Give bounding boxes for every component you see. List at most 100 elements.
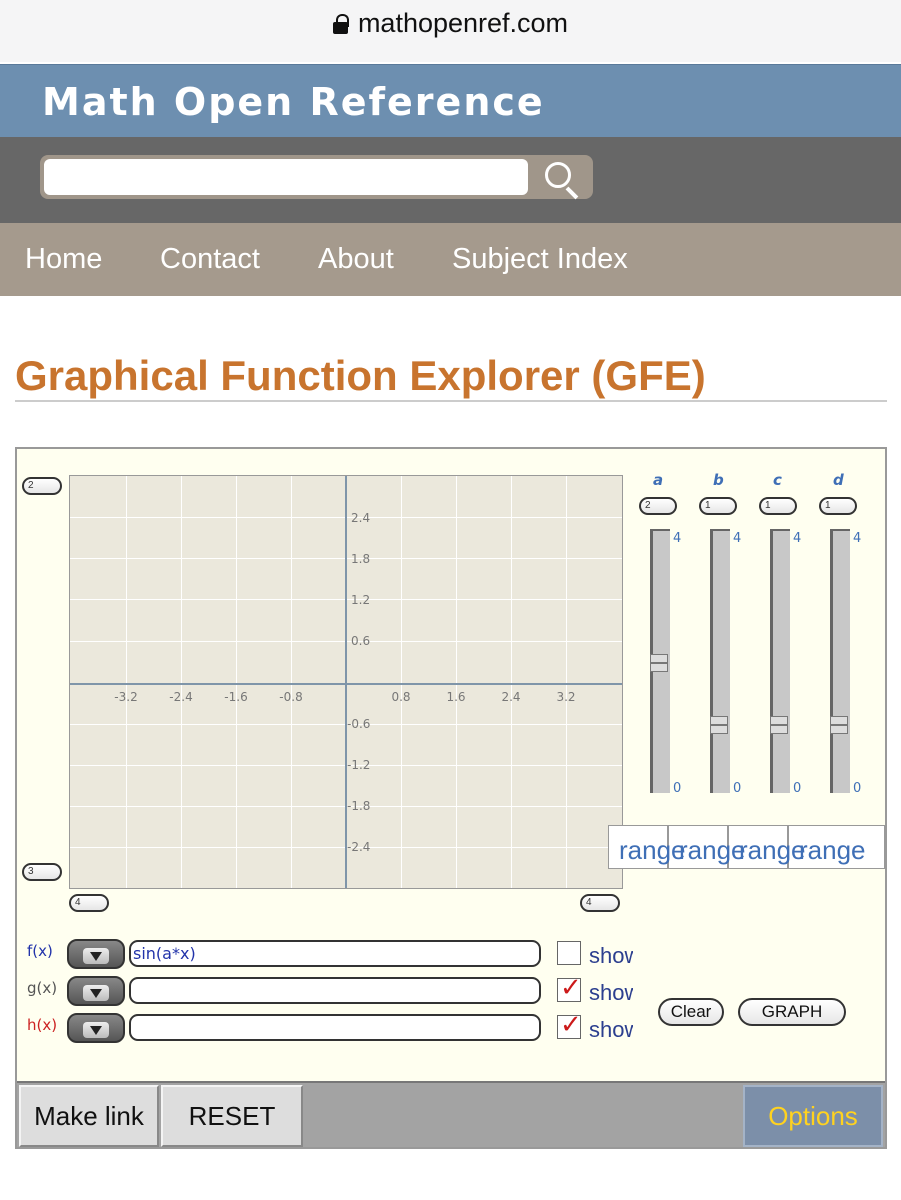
y-tick-label: 2.4 (351, 511, 371, 525)
grid-line (566, 476, 567, 888)
fx-dropdown[interactable] (67, 939, 125, 969)
gfe-applet: 2 3 4 4 -3.2 -2.4 -1.6 -0.8 0.8 1.6 2.4 … (15, 447, 887, 1149)
y-tick-label: -0.6 (347, 717, 371, 731)
lock-icon (332, 14, 349, 34)
y-tick-label: -1.2 (347, 758, 371, 772)
y-min-control[interactable]: 3 (22, 863, 62, 881)
x-tick-label: -0.8 (279, 690, 303, 704)
hx-expression-input[interactable] (129, 1014, 541, 1041)
gx-show-label: show (589, 980, 633, 1005)
x-tick-label: 0.8 (391, 690, 411, 704)
param-a-slider[interactable] (650, 529, 670, 793)
param-c-slider-thumb[interactable] (770, 716, 788, 734)
y-tick-label: -2.4 (347, 840, 371, 854)
search-button[interactable] (533, 155, 593, 200)
param-b-range-button[interactable]: range (679, 835, 746, 866)
param-d-range-button[interactable]: range (799, 835, 866, 866)
param-b-slider[interactable] (710, 529, 730, 793)
fx-show-label: show (589, 943, 633, 968)
y-tick-label: 1.2 (351, 593, 371, 607)
hx-label: h(x) (27, 1016, 58, 1034)
fx-expression-input[interactable]: sin(a*x) (129, 940, 541, 967)
url-text: mathopenref.com (357, 8, 569, 38)
param-a-min: 0 (673, 781, 682, 796)
param-b-value[interactable]: 1 (699, 497, 737, 515)
param-c-min: 0 (793, 781, 802, 796)
y-max-control[interactable]: 2 (22, 477, 62, 495)
x-max-control[interactable]: 4 (580, 894, 620, 912)
param-c-value[interactable]: 1 (759, 497, 797, 515)
y-tick-label: 1.8 (351, 552, 371, 566)
y-tick-label: 0.6 (351, 634, 371, 648)
x-tick-label: -2.4 (169, 690, 193, 704)
x-tick-label: 2.4 (501, 690, 521, 704)
site-title[interactable]: Math Open Reference (42, 80, 545, 124)
fx-label: f(x) (27, 942, 53, 960)
x-tick-label: 3.2 (556, 690, 576, 704)
graph-plot-area[interactable]: -3.2 -2.4 -1.6 -0.8 0.8 1.6 2.4 3.2 2.4 … (69, 475, 623, 889)
param-c-max: 4 (793, 531, 802, 546)
param-a-range-button[interactable]: range (619, 835, 686, 866)
gx-label: g(x) (27, 979, 58, 997)
x-tick-label: 1.6 (446, 690, 466, 704)
nav-about[interactable]: About (318, 243, 394, 276)
search-input[interactable] (44, 159, 528, 195)
fx-show-checkbox[interactable] (557, 941, 581, 965)
url-display[interactable]: mathopenref.com (0, 8, 901, 39)
clear-button[interactable]: Clear (658, 998, 724, 1026)
param-a-label: a (653, 471, 664, 489)
y-tick-label: -1.8 (347, 799, 371, 813)
param-d-min: 0 (853, 781, 862, 796)
grid-line (181, 476, 182, 888)
param-d-label: d (833, 471, 844, 489)
grid-line (291, 476, 292, 888)
nav-subject-index[interactable]: Subject Index (452, 243, 628, 276)
hx-show-label: show (589, 1017, 633, 1042)
site-header: Math Open Reference (0, 64, 901, 137)
search-icon-handle (565, 186, 579, 200)
search-bar (0, 137, 901, 223)
x-min-control[interactable]: 4 (69, 894, 109, 912)
reset-button[interactable]: RESET (161, 1085, 303, 1147)
y-axis (345, 476, 347, 888)
x-tick-label: -1.6 (224, 690, 248, 704)
param-d-slider-thumb[interactable] (830, 716, 848, 734)
hx-dropdown[interactable] (67, 1013, 125, 1043)
grid-line (401, 476, 402, 888)
page-title: Graphical Function Explorer (GFE) (15, 352, 706, 399)
checkmark-icon: ✓ (560, 1010, 582, 1040)
param-a-max: 4 (673, 531, 682, 546)
param-b-min: 0 (733, 781, 742, 796)
x-tick-label: -3.2 (114, 690, 138, 704)
options-button[interactable]: Options (743, 1085, 883, 1147)
hx-show-checkbox[interactable]: ✓ (557, 1010, 582, 1040)
title-divider (15, 400, 887, 402)
x-axis (70, 683, 622, 685)
grid-line (511, 476, 512, 888)
grid-line (236, 476, 237, 888)
gx-expression-input[interactable] (129, 977, 541, 1004)
param-c-range-button[interactable]: range (739, 835, 806, 866)
gx-dropdown[interactable] (67, 976, 125, 1006)
nav-contact[interactable]: Contact (160, 243, 260, 276)
param-d-slider[interactable] (830, 529, 850, 793)
param-c-label: c (773, 471, 782, 489)
main-nav: Home Contact About Subject Index (0, 223, 901, 296)
search-box (40, 155, 593, 200)
checkmark-icon: ✓ (560, 973, 582, 1003)
param-b-slider-thumb[interactable] (710, 716, 728, 734)
gx-show-checkbox[interactable]: ✓ (557, 973, 582, 1003)
param-a-value[interactable]: 2 (639, 497, 677, 515)
grid-line (456, 476, 457, 888)
param-b-max: 4 (733, 531, 742, 546)
param-d-value[interactable]: 1 (819, 497, 857, 515)
search-icon (545, 162, 571, 188)
make-link-button[interactable]: Make link (19, 1085, 159, 1147)
applet-toolbar: Make link RESET Options (17, 1081, 885, 1147)
param-a-slider-thumb[interactable] (650, 654, 668, 672)
nav-home[interactable]: Home (25, 243, 102, 276)
graph-button[interactable]: GRAPH (738, 998, 846, 1026)
param-c-slider[interactable] (770, 529, 790, 793)
param-b-label: b (713, 471, 724, 489)
browser-url-bar[interactable]: mathopenref.com (0, 0, 901, 62)
